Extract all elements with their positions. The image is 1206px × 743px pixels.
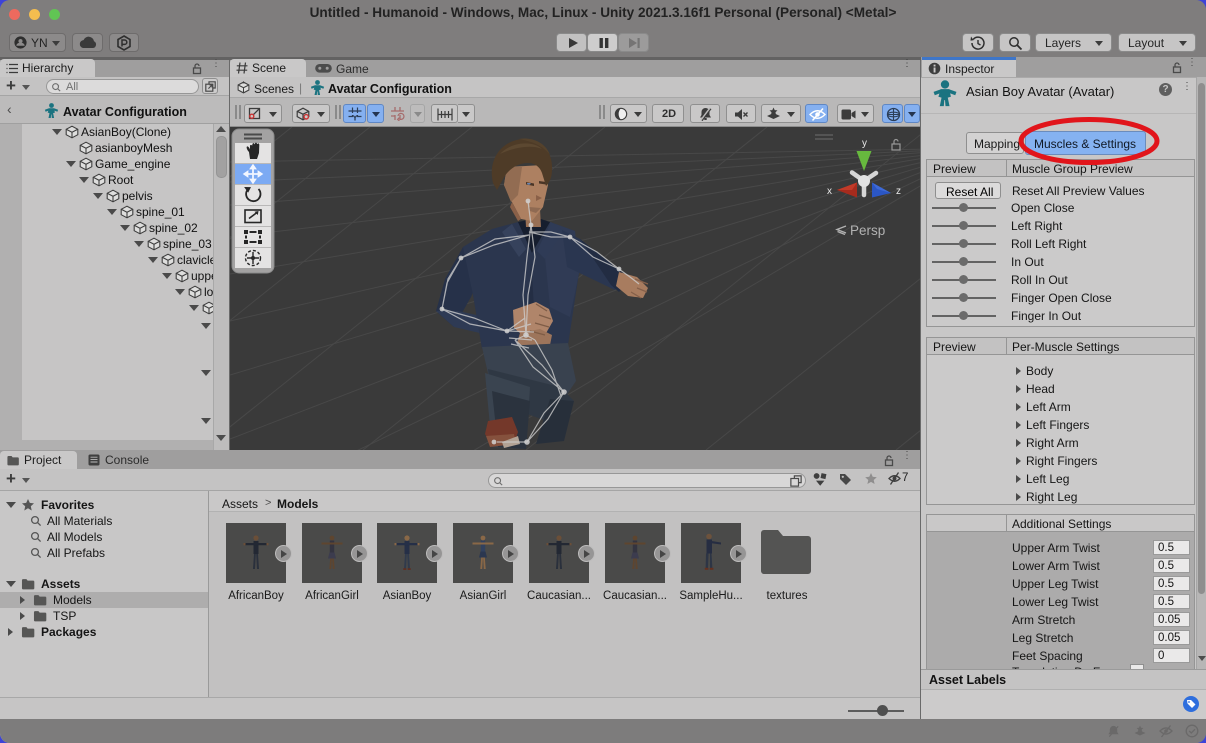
svg-text:z: z [896, 186, 901, 197]
svg-text:x: x [827, 186, 832, 197]
svg-text:y: y [862, 138, 867, 149]
svg-text:Persp: Persp [850, 223, 885, 238]
